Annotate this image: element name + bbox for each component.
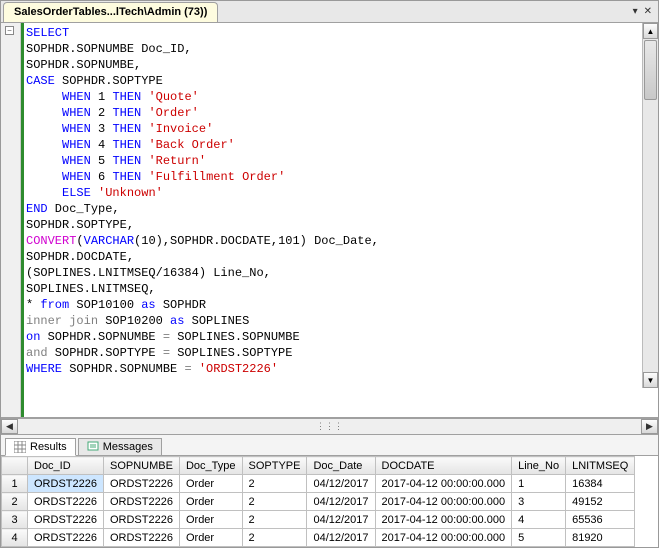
cell[interactable]: ORDST2226 bbox=[28, 529, 104, 547]
results-table: Doc_ID SOPNUMBE Doc_Type SOPTYPE Doc_Dat… bbox=[1, 456, 635, 547]
scroll-right-icon[interactable]: ▶ bbox=[641, 419, 658, 434]
document-tab-bar: SalesOrderTables...lTech\Admin (73)) ▾ ✕ bbox=[1, 1, 658, 23]
results-grid[interactable]: Doc_ID SOPNUMBE Doc_Type SOPTYPE Doc_Dat… bbox=[1, 456, 658, 547]
editor-gutter: − bbox=[1, 23, 21, 417]
cell[interactable]: 5 bbox=[512, 529, 566, 547]
cell[interactable]: 4 bbox=[512, 511, 566, 529]
cell[interactable]: 81920 bbox=[566, 529, 635, 547]
scroll-track-vertical[interactable] bbox=[643, 101, 658, 372]
col-line-no[interactable]: Line_No bbox=[512, 457, 566, 475]
table-row[interactable]: 2ORDST2226ORDST2226Order204/12/20172017-… bbox=[2, 493, 635, 511]
cell[interactable]: ORDST2226 bbox=[28, 475, 104, 493]
scroll-down-icon[interactable]: ▼ bbox=[643, 372, 658, 388]
col-docdate[interactable]: DOCDATE bbox=[375, 457, 512, 475]
tab-messages[interactable]: Messages bbox=[78, 438, 162, 456]
cell[interactable]: Order bbox=[179, 511, 242, 529]
row-number[interactable]: 2 bbox=[2, 493, 28, 511]
cell[interactable]: Order bbox=[179, 493, 242, 511]
col-doc-type[interactable]: Doc_Type bbox=[179, 457, 242, 475]
cell[interactable]: 2017-04-12 00:00:00.000 bbox=[375, 475, 512, 493]
results-grid-icon bbox=[14, 441, 26, 453]
tab-window-controls: ▾ ✕ bbox=[633, 6, 658, 17]
scroll-track[interactable]: ⋮⋮⋮ bbox=[18, 419, 641, 434]
tab-dropdown-icon[interactable]: ▾ bbox=[633, 6, 638, 17]
document-tab-title: SalesOrderTables...lTech\Admin (73)) bbox=[14, 6, 207, 18]
cell[interactable]: 2 bbox=[242, 475, 307, 493]
row-number[interactable]: 1 bbox=[2, 475, 28, 493]
cell[interactable]: 2017-04-12 00:00:00.000 bbox=[375, 511, 512, 529]
table-row[interactable]: 4ORDST2226ORDST2226Order204/12/20172017-… bbox=[2, 529, 635, 547]
cell[interactable]: 2 bbox=[242, 493, 307, 511]
sql-code-area[interactable]: SELECT SOPHDR.SOPNUMBE Doc_ID, SOPHDR.SO… bbox=[21, 23, 658, 417]
cell[interactable]: ORDST2226 bbox=[28, 511, 104, 529]
cell[interactable]: 04/12/2017 bbox=[307, 475, 375, 493]
cell[interactable]: 2017-04-12 00:00:00.000 bbox=[375, 493, 512, 511]
tab-results[interactable]: Results bbox=[5, 438, 76, 456]
scroll-up-icon[interactable]: ▲ bbox=[643, 23, 658, 39]
cell[interactable]: 2 bbox=[242, 511, 307, 529]
cell[interactable]: 49152 bbox=[566, 493, 635, 511]
row-number[interactable]: 3 bbox=[2, 511, 28, 529]
results-tab-bar: Results Messages bbox=[1, 435, 658, 456]
tab-close-icon[interactable]: ✕ bbox=[644, 6, 652, 17]
cell[interactable]: ORDST2226 bbox=[103, 475, 179, 493]
cell[interactable]: 1 bbox=[512, 475, 566, 493]
table-row[interactable]: 3ORDST2226ORDST2226Order204/12/20172017-… bbox=[2, 511, 635, 529]
editor-horizontal-scrollbar[interactable]: ◀ ⋮⋮⋮ ▶ bbox=[1, 418, 658, 435]
cell[interactable]: 65536 bbox=[566, 511, 635, 529]
table-row[interactable]: 1ORDST2226ORDST2226Order204/12/20172017-… bbox=[2, 475, 635, 493]
col-sopnumbe[interactable]: SOPNUMBE bbox=[103, 457, 179, 475]
cell[interactable]: 04/12/2017 bbox=[307, 493, 375, 511]
corner-cell[interactable] bbox=[2, 457, 28, 475]
col-doc-id[interactable]: Doc_ID bbox=[28, 457, 104, 475]
row-number[interactable]: 4 bbox=[2, 529, 28, 547]
cell[interactable]: ORDST2226 bbox=[103, 493, 179, 511]
cell[interactable]: ORDST2226 bbox=[28, 493, 104, 511]
cell[interactable]: 04/12/2017 bbox=[307, 511, 375, 529]
messages-icon bbox=[87, 441, 99, 453]
cell[interactable]: Order bbox=[179, 529, 242, 547]
col-soptype[interactable]: SOPTYPE bbox=[242, 457, 307, 475]
sql-editor[interactable]: − SELECT SOPHDR.SOPNUMBE Doc_ID, SOPHDR.… bbox=[1, 23, 658, 418]
scroll-left-icon[interactable]: ◀ bbox=[1, 419, 18, 434]
tab-results-label: Results bbox=[30, 441, 67, 453]
tab-messages-label: Messages bbox=[103, 441, 153, 453]
cell[interactable]: 2017-04-12 00:00:00.000 bbox=[375, 529, 512, 547]
fold-toggle-icon[interactable]: − bbox=[5, 26, 14, 35]
col-doc-date[interactable]: Doc_Date bbox=[307, 457, 375, 475]
cell[interactable]: Order bbox=[179, 475, 242, 493]
editor-vertical-scrollbar[interactable]: ▲ ▼ bbox=[642, 23, 658, 388]
cell[interactable]: 16384 bbox=[566, 475, 635, 493]
table-header-row: Doc_ID SOPNUMBE Doc_Type SOPTYPE Doc_Dat… bbox=[2, 457, 635, 475]
document-tab[interactable]: SalesOrderTables...lTech\Admin (73)) bbox=[3, 2, 218, 22]
col-lnitmseq[interactable]: LNITMSEQ bbox=[566, 457, 635, 475]
cell[interactable]: ORDST2226 bbox=[103, 529, 179, 547]
cell[interactable]: 2 bbox=[242, 529, 307, 547]
cell[interactable]: 3 bbox=[512, 493, 566, 511]
cell[interactable]: ORDST2226 bbox=[103, 511, 179, 529]
scroll-thumb[interactable] bbox=[644, 40, 657, 100]
cell[interactable]: 04/12/2017 bbox=[307, 529, 375, 547]
